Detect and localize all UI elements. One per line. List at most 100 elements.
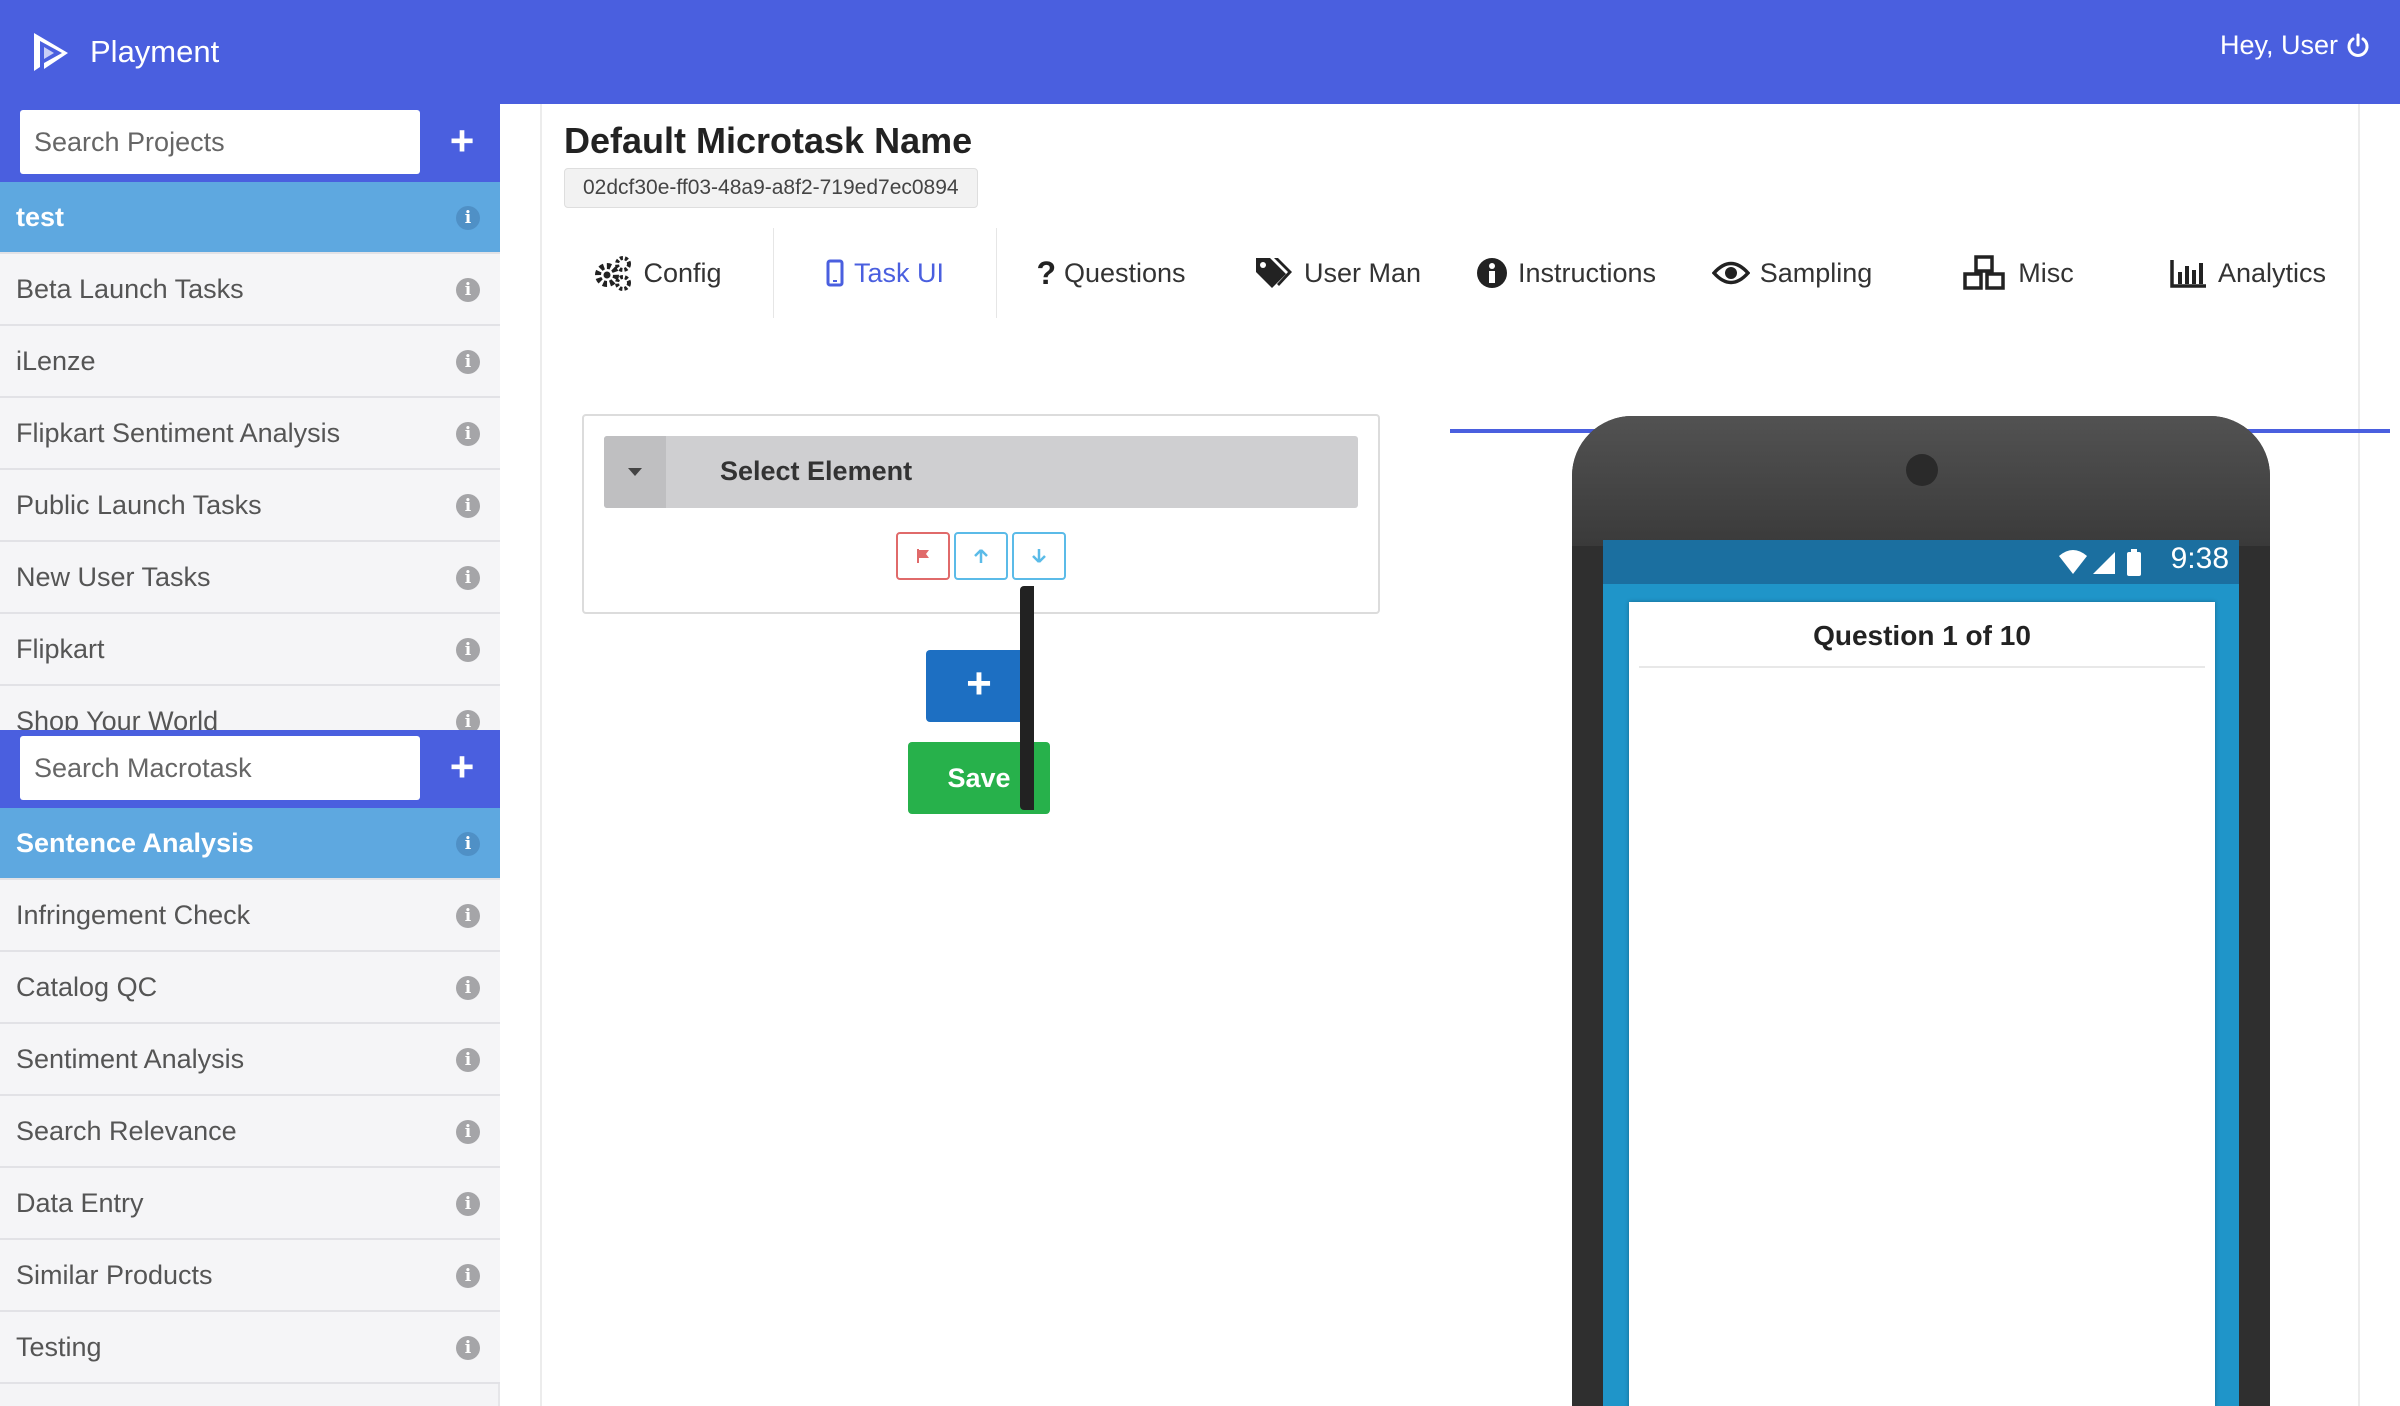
- project-label: Public Launch Tasks: [16, 490, 262, 520]
- tab-label: User Man: [1303, 257, 1422, 288]
- select-element-dropdown[interactable]: Select Element: [604, 436, 1358, 508]
- arrow-down-icon: [1032, 549, 1046, 563]
- macrotask-list: Sentence Analysis i Infringement Check i…: [0, 808, 500, 1406]
- project-item[interactable]: Beta Launch Tasks i: [0, 254, 500, 326]
- macrotask-item[interactable]: Infringement Check i: [0, 880, 500, 952]
- tab-questions[interactable]: ? Questions: [997, 228, 1225, 318]
- tab-misc[interactable]: Misc: [1902, 228, 2134, 318]
- tags-icon: [1255, 258, 1292, 288]
- tab-config[interactable]: Config: [542, 228, 773, 318]
- select-element-label: Select Element: [720, 456, 913, 486]
- top-navbar: Playment Hey, User: [0, 0, 2400, 104]
- user-menu[interactable]: Hey, User: [2220, 30, 2372, 61]
- move-up-button[interactable]: [954, 532, 1008, 580]
- info-icon[interactable]: i: [456, 1336, 480, 1360]
- macrotask-label: Infringement Check: [16, 900, 251, 930]
- question-icon: ?: [1036, 254, 1056, 291]
- tab-instructions[interactable]: Instructions: [1450, 228, 1682, 318]
- tab-label: Analytics: [2217, 257, 2327, 288]
- info-icon[interactable]: i: [456, 638, 480, 662]
- macrotask-item[interactable]: Testing i: [0, 1312, 500, 1384]
- macrotask-item[interactable]: Sentiment Analysis i: [0, 1024, 500, 1096]
- project-item[interactable]: Flipkart Sentiment Analysis i: [0, 398, 500, 470]
- info-icon[interactable]: i: [456, 350, 480, 374]
- question-card: Question 1 of 10: [1629, 602, 2215, 1406]
- project-label: Shop Your World: [16, 706, 219, 730]
- bar-chart-icon: [2170, 260, 2206, 288]
- question-title: Question 1 of 10: [1813, 620, 2031, 651]
- info-icon[interactable]: i: [456, 422, 480, 446]
- project-list: test i Beta Launch Tasks i iLenze i Flip…: [0, 182, 500, 730]
- tab-label: Questions: [1063, 257, 1186, 288]
- info-icon[interactable]: i: [456, 1192, 480, 1216]
- brand-name: Playment: [90, 34, 220, 69]
- question-divider: [1639, 666, 2205, 668]
- project-item-test[interactable]: test i: [0, 182, 500, 254]
- search-projects-input[interactable]: [20, 110, 420, 174]
- phone-status-bar: 9:38: [1603, 540, 2239, 584]
- info-icon[interactable]: i: [456, 278, 480, 302]
- macrotask-label: Testing: [16, 1332, 102, 1362]
- project-label: New User Tasks: [16, 562, 211, 592]
- tab-task-ui[interactable]: Task UI: [773, 228, 997, 318]
- info-icon[interactable]: i: [456, 976, 480, 1000]
- project-search-row: +: [0, 104, 500, 182]
- signal-battery-icon: [2059, 549, 2141, 576]
- add-element-button[interactable]: +: [926, 650, 1032, 722]
- project-label: Flipkart: [16, 634, 105, 664]
- project-item[interactable]: New User Tasks i: [0, 542, 500, 614]
- info-icon[interactable]: i: [456, 904, 480, 928]
- tab-analytics[interactable]: Analytics: [2134, 228, 2362, 318]
- flag-icon: [917, 549, 929, 563]
- tab-label: Config: [643, 257, 722, 288]
- info-icon[interactable]: i: [456, 832, 480, 856]
- playment-logo-icon: [34, 33, 68, 71]
- macrotask-label: Sentiment Analysis: [16, 1044, 245, 1074]
- project-label: iLenze: [16, 346, 96, 376]
- tab-sampling[interactable]: Sampling: [1682, 228, 1902, 318]
- add-project-button[interactable]: +: [438, 118, 486, 166]
- flag-button[interactable]: [896, 532, 950, 580]
- cubes-icon: [1963, 255, 2005, 290]
- macrotask-item[interactable]: Search Relevance i: [0, 1096, 500, 1168]
- power-icon[interactable]: [2344, 32, 2372, 60]
- tab-label: Task UI: [853, 257, 945, 288]
- info-icon[interactable]: i: [456, 566, 480, 590]
- macrotask-item-sentence-analysis[interactable]: Sentence Analysis i: [0, 808, 500, 880]
- info-icon[interactable]: i: [456, 494, 480, 518]
- add-macrotask-button[interactable]: +: [438, 744, 486, 792]
- project-item[interactable]: Flipkart i: [0, 614, 500, 686]
- move-down-button[interactable]: [1012, 532, 1066, 580]
- macrotask-item[interactable]: Data Entry i: [0, 1168, 500, 1240]
- search-macrotask-input[interactable]: [20, 736, 420, 800]
- project-item[interactable]: Public Launch Tasks i: [0, 470, 500, 542]
- info-icon[interactable]: i: [456, 206, 480, 230]
- element-editor-card: Select Element: [582, 414, 1380, 614]
- gears-icon: [595, 256, 632, 291]
- tab-label: Instructions: [1517, 257, 1657, 288]
- macrotask-label: Search Relevance: [16, 1116, 237, 1146]
- phone-bezel-top: [1572, 416, 2270, 546]
- tab-user-man[interactable]: User Man: [1225, 228, 1450, 318]
- project-label: Flipkart Sentiment Analysis: [16, 418, 341, 448]
- info-icon[interactable]: i: [456, 1120, 480, 1144]
- info-icon[interactable]: i: [456, 1048, 480, 1072]
- eye-icon: [1711, 261, 1750, 285]
- info-icon[interactable]: i: [456, 710, 480, 730]
- project-item[interactable]: Shop Your World i: [0, 686, 500, 730]
- project-label: Beta Launch Tasks: [16, 274, 244, 304]
- tab-label: Misc: [2018, 257, 2074, 288]
- macrotask-search-row: +: [0, 730, 500, 808]
- tab-bar: Config Task UI ? Questions User Man Inst…: [542, 228, 2392, 436]
- info-icon[interactable]: i: [456, 1264, 480, 1288]
- phone-screen: 9:38 Question 1 of 10: [1603, 540, 2239, 1406]
- brand[interactable]: Playment: [30, 28, 219, 76]
- caret-down-icon[interactable]: [604, 436, 666, 508]
- macrotask-item[interactable]: Similar Products i: [0, 1240, 500, 1312]
- microtask-id-badge: 02dcf30e-ff03-48a9-a8f2-719ed7ec0894: [564, 168, 978, 208]
- phone-clock: 9:38: [2170, 542, 2229, 575]
- macrotask-item[interactable]: Catalog QC i: [0, 952, 500, 1024]
- info-circle-icon: [1476, 258, 1507, 288]
- page-title: Default Microtask Name: [564, 120, 973, 161]
- project-item[interactable]: iLenze i: [0, 326, 500, 398]
